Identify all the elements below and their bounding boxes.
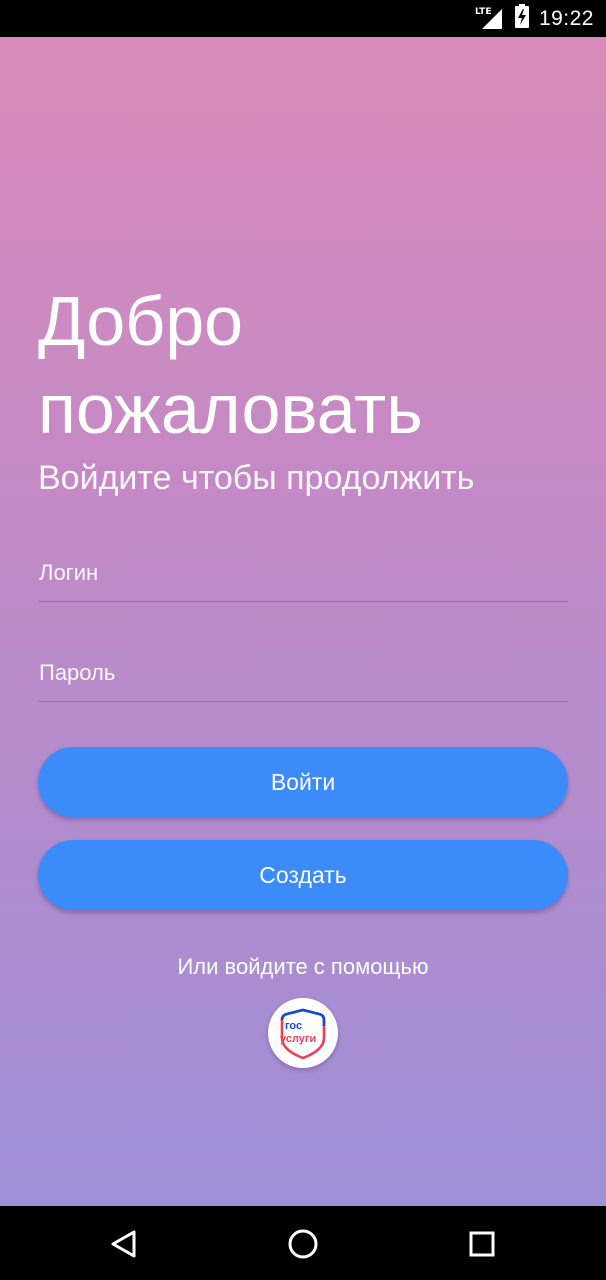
gosuslugi-login-button[interactable]: гос услуги — [268, 998, 338, 1068]
navigation-bar — [0, 1206, 606, 1280]
welcome-title: Добро пожаловать — [38, 282, 423, 448]
welcome-subtitle: Войдите чтобы продолжить — [38, 459, 475, 497]
status-bar: LTE 19:22 — [0, 0, 606, 37]
alt-login-text: Или войдите с помощью — [177, 954, 429, 979]
status-icons: LTE 19:22 — [475, 0, 594, 37]
login-input[interactable] — [38, 549, 569, 597]
back-icon[interactable] — [104, 1224, 144, 1264]
login-field — [38, 549, 569, 602]
create-account-button[interactable]: Создать — [38, 840, 568, 910]
svg-text:гос: гос — [285, 1020, 302, 1032]
password-field — [38, 649, 569, 702]
svg-text:услуги: услуги — [280, 1033, 316, 1045]
home-icon[interactable] — [283, 1224, 323, 1264]
lte-signal-icon: LTE — [475, 7, 505, 31]
phone-screen: LTE 19:22 Добро пожаловать Войдите чтобы… — [0, 0, 606, 1280]
login-button[interactable]: Войти — [38, 747, 568, 817]
recents-icon[interactable] — [462, 1224, 502, 1264]
password-input[interactable] — [38, 649, 569, 697]
login-screen: Добро пожаловать Войдите чтобы продолжит… — [0, 37, 606, 1206]
gosuslugi-logo-icon: гос услуги — [280, 1008, 326, 1060]
status-time: 19:22 — [538, 6, 594, 30]
battery-charging-icon — [514, 4, 529, 33]
